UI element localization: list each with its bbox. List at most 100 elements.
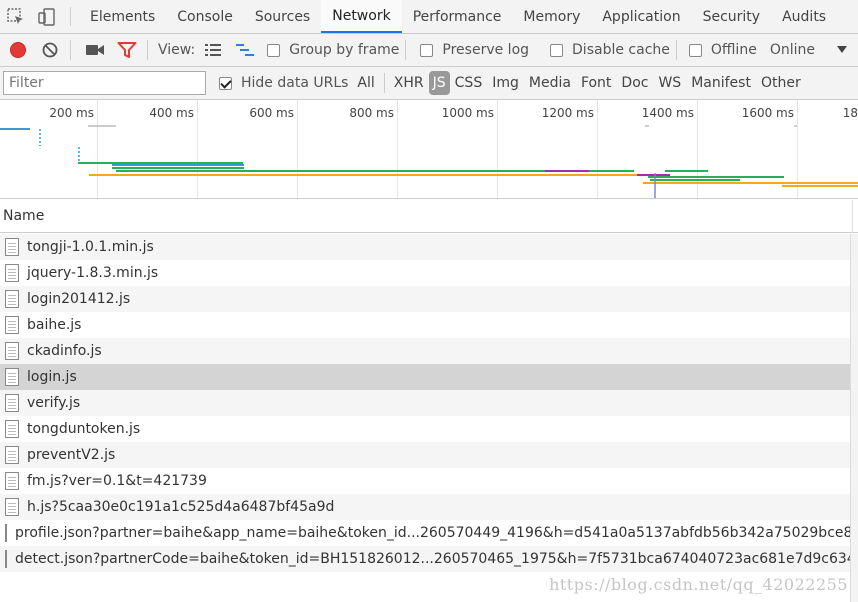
request-name: fm.js?ver=0.1&t=421739: [27, 473, 207, 489]
clear-icon[interactable]: [36, 36, 64, 64]
overview-canvas: 200 ms 400 ms 600 ms 800 ms 1000 ms 1200…: [0, 100, 858, 198]
checkbox-box[interactable]: [420, 43, 434, 57]
filter-type-xhr[interactable]: XHR: [389, 71, 429, 95]
request-row[interactable]: ckadinfo.js: [0, 338, 850, 364]
video-camera-icon[interactable]: [81, 36, 109, 64]
request-bar: [78, 162, 243, 164]
checkbox-box[interactable]: [267, 43, 281, 57]
request-name: baihe.js: [27, 317, 82, 333]
separator: [147, 40, 148, 60]
hide-data-urls-checkbox[interactable]: Hide data URLs: [219, 75, 348, 91]
overview-tick-label: 200 ms: [49, 106, 94, 120]
request-name: login.js: [27, 369, 77, 385]
filter-type-css[interactable]: CSS: [450, 71, 488, 95]
request-row-selected[interactable]: login.js: [0, 364, 850, 390]
request-row[interactable]: h.js?5caa30e0c191a1c525d4a6487bf45a9d: [0, 494, 850, 520]
request-row[interactable]: detect.json?partnerCode=baihe&token_id=B…: [0, 546, 858, 572]
requests-table-header: Name: [0, 200, 858, 233]
request-bar: [648, 176, 784, 178]
separator: [70, 7, 71, 26]
filter-type-other[interactable]: Other: [756, 71, 806, 95]
script-file-icon: [5, 472, 19, 490]
request-row[interactable]: login201412.js: [0, 286, 850, 312]
request-row[interactable]: profile.json?partner=baihe&app_name=baih…: [0, 520, 852, 546]
overview-tick-label: 800 ms: [349, 106, 394, 120]
script-file-icon: [5, 264, 19, 282]
request-name: tongduntoken.js: [27, 421, 141, 437]
filter-input[interactable]: [3, 71, 206, 95]
separator: [70, 40, 71, 60]
request-row[interactable]: tongji-1.0.1.min.js: [0, 234, 850, 260]
group-by-frame-checkbox[interactable]: Group by frame: [267, 42, 399, 58]
request-name: h.js?5caa30e0c191a1c525d4a6487bf45a9d: [27, 499, 335, 515]
column-header-name[interactable]: Name: [3, 208, 44, 224]
script-file-icon: [5, 446, 19, 464]
checkbox-box[interactable]: [688, 43, 702, 57]
filter-type-doc[interactable]: Doc: [616, 71, 653, 95]
script-file-icon: [5, 368, 19, 386]
preserve-log-label: Preserve log: [442, 42, 530, 58]
tab-performance[interactable]: Performance: [402, 0, 513, 33]
request-name: verify.js: [27, 395, 81, 411]
script-file-icon: [5, 498, 19, 516]
filter-type-font[interactable]: Font: [576, 71, 616, 95]
throttle-dropdown-arrow-icon[interactable]: [836, 42, 847, 58]
tab-elements[interactable]: Elements: [79, 0, 166, 33]
record-icon[interactable]: [4, 36, 32, 64]
view-label: View:: [158, 42, 196, 58]
script-file-icon: [5, 420, 19, 438]
waterfall-overview-icon[interactable]: [231, 36, 259, 64]
request-row[interactable]: verify.js: [0, 390, 850, 416]
filter-funnel-icon[interactable]: [113, 36, 141, 64]
request-name: login201412.js: [27, 291, 131, 307]
tab-memory[interactable]: Memory: [512, 0, 591, 33]
inspect-element-icon[interactable]: [0, 0, 31, 33]
request-row[interactable]: preventV2.js: [0, 442, 850, 468]
request-bar: [88, 125, 116, 127]
vertical-scrollbar[interactable]: [850, 234, 858, 602]
network-toolbar: View: Group by frame Preserve log Disabl…: [0, 34, 858, 67]
script-file-icon: [5, 238, 19, 256]
overview-tick-label: 1400 ms: [642, 106, 694, 120]
tab-sources[interactable]: Sources: [244, 0, 321, 33]
filter-type-img[interactable]: Img: [487, 71, 524, 95]
tab-security[interactable]: Security: [692, 0, 772, 33]
large-rows-icon[interactable]: [199, 36, 227, 64]
request-bar: [643, 182, 858, 184]
tab-console[interactable]: Console: [166, 0, 244, 33]
disable-cache-checkbox[interactable]: Disable cache: [550, 42, 670, 58]
script-file-icon: [5, 316, 19, 334]
tab-application[interactable]: Application: [591, 0, 691, 33]
request-row[interactable]: baihe.js: [0, 312, 850, 338]
load-event-marker: [654, 173, 656, 198]
request-bar: [782, 185, 858, 187]
network-overview-timeline[interactable]: 200 ms 400 ms 600 ms 800 ms 1000 ms 1200…: [0, 100, 858, 199]
checkbox-box[interactable]: [550, 43, 564, 57]
filter-type-ws[interactable]: WS: [653, 71, 686, 95]
script-file-icon: [5, 550, 7, 568]
request-row[interactable]: tongduntoken.js: [0, 416, 850, 442]
filter-type-media[interactable]: Media: [524, 71, 576, 95]
request-row[interactable]: fm.js?ver=0.1&t=421739: [0, 468, 850, 494]
device-toolbar-icon[interactable]: [31, 0, 62, 33]
overview-tick-label: 1000 ms: [442, 106, 494, 120]
tab-audits[interactable]: Audits: [771, 0, 837, 33]
hide-data-urls-label: Hide data URLs: [241, 75, 349, 91]
script-file-icon: [5, 290, 19, 308]
request-bar: [794, 125, 797, 127]
throttle-select[interactable]: Online: [770, 42, 815, 58]
request-bar: [637, 174, 670, 176]
request-bar: [112, 164, 244, 166]
preserve-log-checkbox[interactable]: Preserve log: [420, 42, 529, 58]
filter-type-js[interactable]: JS: [428, 71, 450, 95]
filter-type-manifest[interactable]: Manifest: [686, 71, 756, 95]
filter-type-all[interactable]: All: [352, 71, 379, 95]
separator: [383, 73, 385, 93]
tab-network[interactable]: Network: [321, 0, 402, 33]
request-row[interactable]: jquery-1.8.3.min.js: [0, 260, 850, 286]
offline-checkbox[interactable]: Offline: [688, 42, 757, 58]
request-name: ckadinfo.js: [27, 343, 102, 359]
script-file-icon: [5, 342, 19, 360]
checkbox-box-checked[interactable]: [219, 76, 232, 90]
request-bar: [89, 174, 649, 176]
